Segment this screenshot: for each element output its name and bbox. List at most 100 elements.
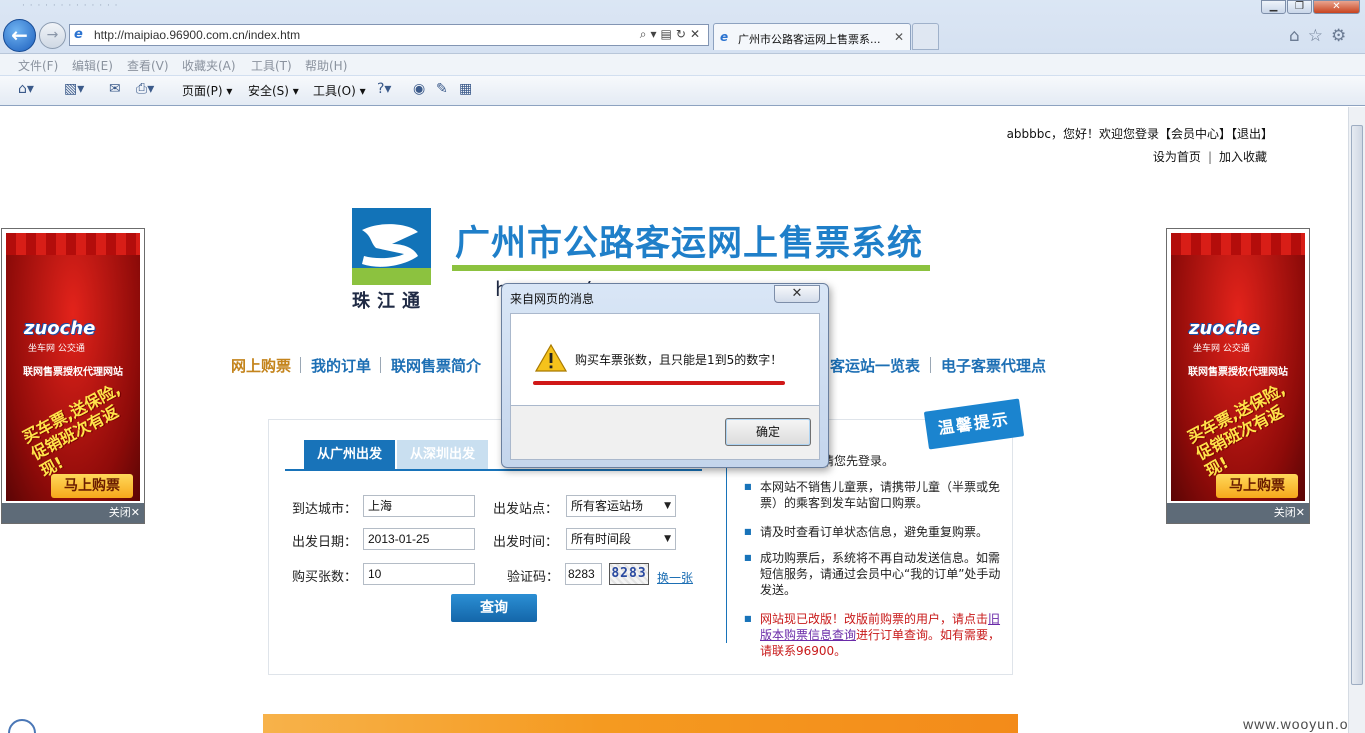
ad-close-button[interactable]: 关闭✕ bbox=[1167, 503, 1309, 523]
back-button[interactable]: ← bbox=[3, 19, 36, 52]
refresh-icon[interactable]: ↻ bbox=[676, 27, 690, 41]
depart-time-select[interactable]: 所有时间段 ▼ bbox=[566, 528, 676, 550]
dialog-footer: 确定 bbox=[510, 406, 820, 460]
minimize-button[interactable]: ▁ bbox=[1261, 0, 1286, 14]
tab-from-guangzhou[interactable]: 从广州出发 bbox=[304, 440, 395, 470]
nav-separator bbox=[380, 357, 381, 373]
tip-item: 请及时查看订单状态信息，避免重复购票。 bbox=[744, 524, 1006, 540]
ad-image[interactable]: zuoche 坐车网 公交通 联网售票授权代理网站 买车票,送保险,促销班次有返… bbox=[6, 233, 140, 501]
vertical-scrollbar[interactable] bbox=[1348, 107, 1365, 733]
ad-curtain-decor bbox=[6, 233, 140, 255]
home-icon[interactable]: ⌂ bbox=[1289, 26, 1308, 46]
depart-time-label: 出发时间： bbox=[493, 535, 559, 550]
ad-image[interactable]: zuoche 坐车网 公交通 联网售票授权代理网站 买车票,送保险,促销班次有返… bbox=[1171, 233, 1305, 501]
nav-intro[interactable]: 联网售票简介 bbox=[391, 355, 481, 376]
menu-favorites[interactable]: 收藏夹(A) bbox=[182, 57, 236, 74]
title-underline bbox=[452, 265, 930, 271]
menu-tools[interactable]: 工具(T) bbox=[251, 57, 292, 74]
compat-icon[interactable]: ▤ bbox=[661, 27, 676, 41]
home-icon[interactable]: ⌂▾ bbox=[18, 81, 34, 97]
menu-edit[interactable]: 编辑(E) bbox=[72, 57, 113, 74]
scrollbar-thumb[interactable] bbox=[1351, 125, 1363, 685]
dialog-close-button[interactable]: ✕ bbox=[774, 285, 820, 303]
dest-city-input[interactable]: 上海 bbox=[363, 495, 475, 517]
stop-icon[interactable]: ✕ bbox=[690, 27, 704, 41]
menu-help[interactable]: 帮助(H) bbox=[305, 57, 347, 74]
menu-view[interactable]: 查看(V) bbox=[127, 57, 169, 74]
page-menu[interactable]: 页面(P) ▾ bbox=[182, 82, 232, 99]
dropdown-icon[interactable]: ▾ bbox=[651, 27, 661, 41]
tab-title: 广州市公路客运网上售票系... bbox=[738, 33, 881, 46]
safety-menu[interactable]: 安全(S) ▾ bbox=[248, 82, 299, 99]
depart-date-input[interactable]: 2013-01-25 bbox=[363, 528, 475, 550]
nav-agents[interactable]: 电子客票代理点 bbox=[941, 355, 1046, 376]
ad-promo: 买车票,送保险,促销班次有返现! bbox=[19, 379, 124, 481]
watermark-text: www.wooyun.org bbox=[1243, 716, 1363, 732]
forward-arrow-icon: → bbox=[46, 27, 59, 43]
menu-file[interactable]: 文件(F) bbox=[18, 57, 58, 74]
search-icon[interactable]: ⌕ bbox=[640, 27, 651, 41]
nav-stations[interactable]: 客运站一览表 bbox=[830, 355, 920, 376]
title-bar: · · · · · · · · · · · · · ▁ ❐ ✕ bbox=[0, 0, 1365, 14]
help-icon[interactable]: ?▾ bbox=[377, 81, 391, 97]
depart-station-select[interactable]: 所有客运站场 ▼ bbox=[566, 495, 676, 517]
page-menu-label: 页面(P) bbox=[182, 84, 223, 98]
feeds-icon[interactable]: ▧▾ bbox=[64, 81, 84, 97]
quantity-input[interactable]: 10 bbox=[363, 563, 475, 585]
messenger-icon[interactable]: ◉ bbox=[413, 81, 425, 97]
research-icon[interactable]: ✎ bbox=[436, 81, 448, 97]
nav-buy-tickets[interactable]: 网上购票 bbox=[231, 355, 291, 376]
query-button[interactable]: 查询 bbox=[451, 594, 537, 622]
tab-from-shenzhen[interactable]: 从深圳出发 bbox=[397, 440, 488, 470]
nav-my-orders[interactable]: 我的订单 bbox=[311, 355, 371, 376]
chevron-down-icon: ▼ bbox=[664, 534, 671, 544]
warning-icon bbox=[535, 343, 567, 372]
ad-buy-button[interactable]: 马上购票 bbox=[1216, 474, 1298, 498]
chevron-down-icon: ▼ bbox=[664, 501, 671, 511]
tip-item: 本网站不销售儿童票，请携带儿童（半票或免票）的乘客到发车站窗口购票。 bbox=[744, 479, 1006, 511]
right-ad-banner[interactable]: zuoche 坐车网 公交通 联网售票授权代理网站 买车票,送保险,促销班次有返… bbox=[1166, 228, 1310, 524]
site-logo[interactable] bbox=[352, 208, 431, 285]
panel-divider bbox=[726, 447, 727, 643]
captcha-input[interactable]: 8283 bbox=[565, 563, 602, 585]
red-highlight-mark bbox=[533, 381, 785, 385]
tools-menu[interactable]: 工具(O) ▾ bbox=[313, 82, 366, 99]
logo-brand-text: 珠江通 bbox=[352, 291, 427, 312]
header-links: 设为首页 | 加入收藏 bbox=[1152, 150, 1267, 164]
address-bar[interactable]: e http://maipiao.96900.com.cn/index.htm … bbox=[69, 24, 709, 46]
tab-close-icon[interactable]: ✕ bbox=[894, 30, 904, 44]
add-favorite-link[interactable]: 加入收藏 bbox=[1219, 150, 1267, 164]
welcome-text[interactable]: abbbbc，您好！欢迎您登录【会员中心】【退出】 bbox=[1007, 125, 1273, 142]
dest-city-label: 到达城市： bbox=[292, 502, 358, 517]
dialog-title: 来自网页的消息 bbox=[510, 292, 595, 306]
left-ad-banner[interactable]: zuoche 坐车网 公交通 联网售票授权代理网站 买车票,送保险,促销班次有返… bbox=[1, 228, 145, 524]
tip-red-prefix: 网站现已改版！改版前购票的用户，请点击 bbox=[760, 612, 989, 626]
refresh-captcha-link[interactable]: 换一张 bbox=[657, 569, 693, 586]
new-tab-button[interactable] bbox=[912, 23, 939, 50]
window-close-button[interactable]: ✕ bbox=[1313, 0, 1360, 14]
menu-bar: 文件(F) 编辑(E) 查看(V) 收藏夹(A) 工具(T) 帮助(H) bbox=[0, 53, 1365, 75]
print-icon[interactable]: ⎙▾ bbox=[136, 81, 154, 97]
translate-icon[interactable]: ▦ bbox=[459, 81, 472, 97]
quantity-label: 购买张数： bbox=[292, 570, 358, 585]
settings-gear-icon[interactable]: ⚙ bbox=[1331, 26, 1354, 46]
url-text[interactable]: http://maipiao.96900.com.cn/index.htm bbox=[94, 28, 300, 42]
browser-tab[interactable]: e 广州市公路客运网上售票系... ✕ bbox=[713, 23, 911, 50]
ad-line: 联网售票授权代理网站 bbox=[1188, 367, 1288, 378]
ad-line: 联网售票授权代理网站 bbox=[23, 367, 123, 378]
mail-icon[interactable]: ✉ bbox=[109, 81, 121, 97]
maximize-button[interactable]: ❐ bbox=[1287, 0, 1312, 14]
tab-ie-icon: e bbox=[720, 30, 729, 44]
ad-subtitle: 坐车网 公交通 bbox=[28, 344, 85, 354]
ad-close-button[interactable]: 关闭✕ bbox=[2, 503, 144, 523]
forward-button[interactable]: → bbox=[39, 22, 66, 49]
favorites-star-icon[interactable]: ☆ bbox=[1308, 26, 1331, 46]
browser-right-icons: ⌂☆⚙ bbox=[1289, 26, 1354, 46]
captcha-image[interactable]: 8283 bbox=[609, 563, 649, 585]
ad-buy-button[interactable]: 马上购票 bbox=[51, 474, 133, 498]
set-home-link[interactable]: 设为首页 bbox=[1153, 150, 1201, 164]
safety-menu-label: 安全(S) bbox=[248, 84, 289, 98]
logo-z-icon bbox=[352, 208, 431, 285]
ok-button[interactable]: 确定 bbox=[725, 418, 811, 446]
dialog-body: 购买车票张数，且只能是1到5的数字！ bbox=[510, 313, 820, 406]
